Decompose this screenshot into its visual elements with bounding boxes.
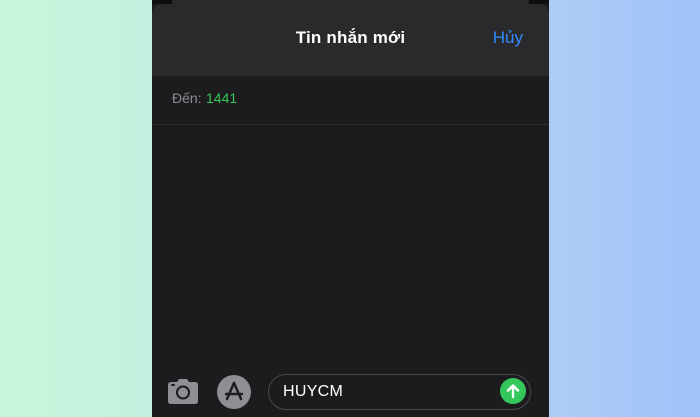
send-button[interactable] (500, 378, 526, 404)
camera-button[interactable] (166, 376, 200, 406)
recipient-value[interactable]: 1441 (206, 90, 237, 106)
recipient-label: Đến: (172, 90, 202, 106)
sheet-header: Tin nhắn mới Hủy (152, 4, 549, 76)
page-title: Tin nhắn mới (295, 28, 406, 47)
cancel-button[interactable]: Hủy (493, 28, 523, 48)
app-store-icon (217, 375, 251, 409)
phone-screen: Tin nhắn mới Hủy Đến: 1441 HUYCM (152, 0, 549, 417)
send-arrow-up-icon (506, 384, 520, 399)
message-input[interactable]: HUYCM (268, 374, 531, 410)
app-store-button[interactable] (216, 374, 252, 410)
camera-icon (168, 379, 198, 404)
message-text: HUYCM (283, 383, 344, 400)
recipient-field[interactable]: Đến: 1441 (152, 76, 549, 125)
new-message-sheet: Tin nhắn mới Hủy Đến: 1441 HUYCM (152, 4, 549, 417)
